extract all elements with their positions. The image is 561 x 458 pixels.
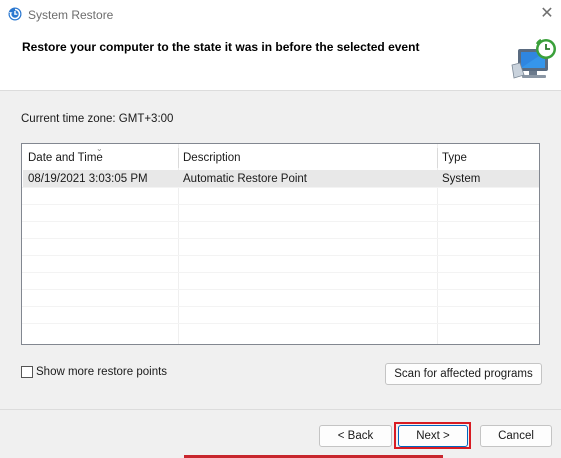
- cancel-button[interactable]: Cancel: [480, 425, 552, 447]
- system-restore-computer-icon: [511, 38, 556, 79]
- window-title: System Restore: [28, 8, 114, 22]
- row-line: [22, 238, 539, 239]
- show-more-restore-points-checkbox[interactable]: [21, 366, 33, 378]
- header-separator[interactable]: [437, 148, 438, 168]
- title-bar: System Restore ✕: [0, 0, 561, 30]
- restore-points-list[interactable]: ⌄ Date and Time Description Type 08/19/2…: [21, 143, 540, 345]
- row-line: [22, 221, 539, 222]
- current-timezone-label: Current time zone: GMT+3:00: [21, 113, 174, 125]
- row-line: [22, 323, 539, 324]
- header-separator[interactable]: [178, 148, 179, 168]
- restore-point-date[interactable]: 08/19/2021 3:03:05 PM: [28, 173, 148, 185]
- page-instruction: Restore your computer to the state it wa…: [22, 40, 420, 54]
- show-more-restore-points-label[interactable]: Show more restore points: [36, 366, 167, 378]
- close-icon[interactable]: ✕: [535, 2, 559, 26]
- row-line: [22, 255, 539, 256]
- next-button[interactable]: Next >: [398, 425, 468, 447]
- column-header-description[interactable]: Description: [183, 152, 241, 164]
- wizard-header: Restore your computer to the state it wa…: [0, 30, 561, 91]
- footer-divider: [0, 409, 561, 410]
- restore-point-type[interactable]: System: [442, 173, 480, 185]
- back-button[interactable]: < Back: [319, 425, 392, 447]
- row-line: [22, 272, 539, 273]
- system-restore-app-icon: [8, 7, 22, 21]
- row-line: [22, 204, 539, 205]
- scan-affected-programs-button[interactable]: Scan for affected programs: [385, 363, 542, 385]
- row-line: [22, 306, 539, 307]
- column-header-type[interactable]: Type: [442, 152, 467, 164]
- column-header-date-time[interactable]: Date and Time: [28, 152, 103, 164]
- row-line: [22, 187, 539, 188]
- row-line: [22, 289, 539, 290]
- restore-point-description[interactable]: Automatic Restore Point: [183, 173, 307, 185]
